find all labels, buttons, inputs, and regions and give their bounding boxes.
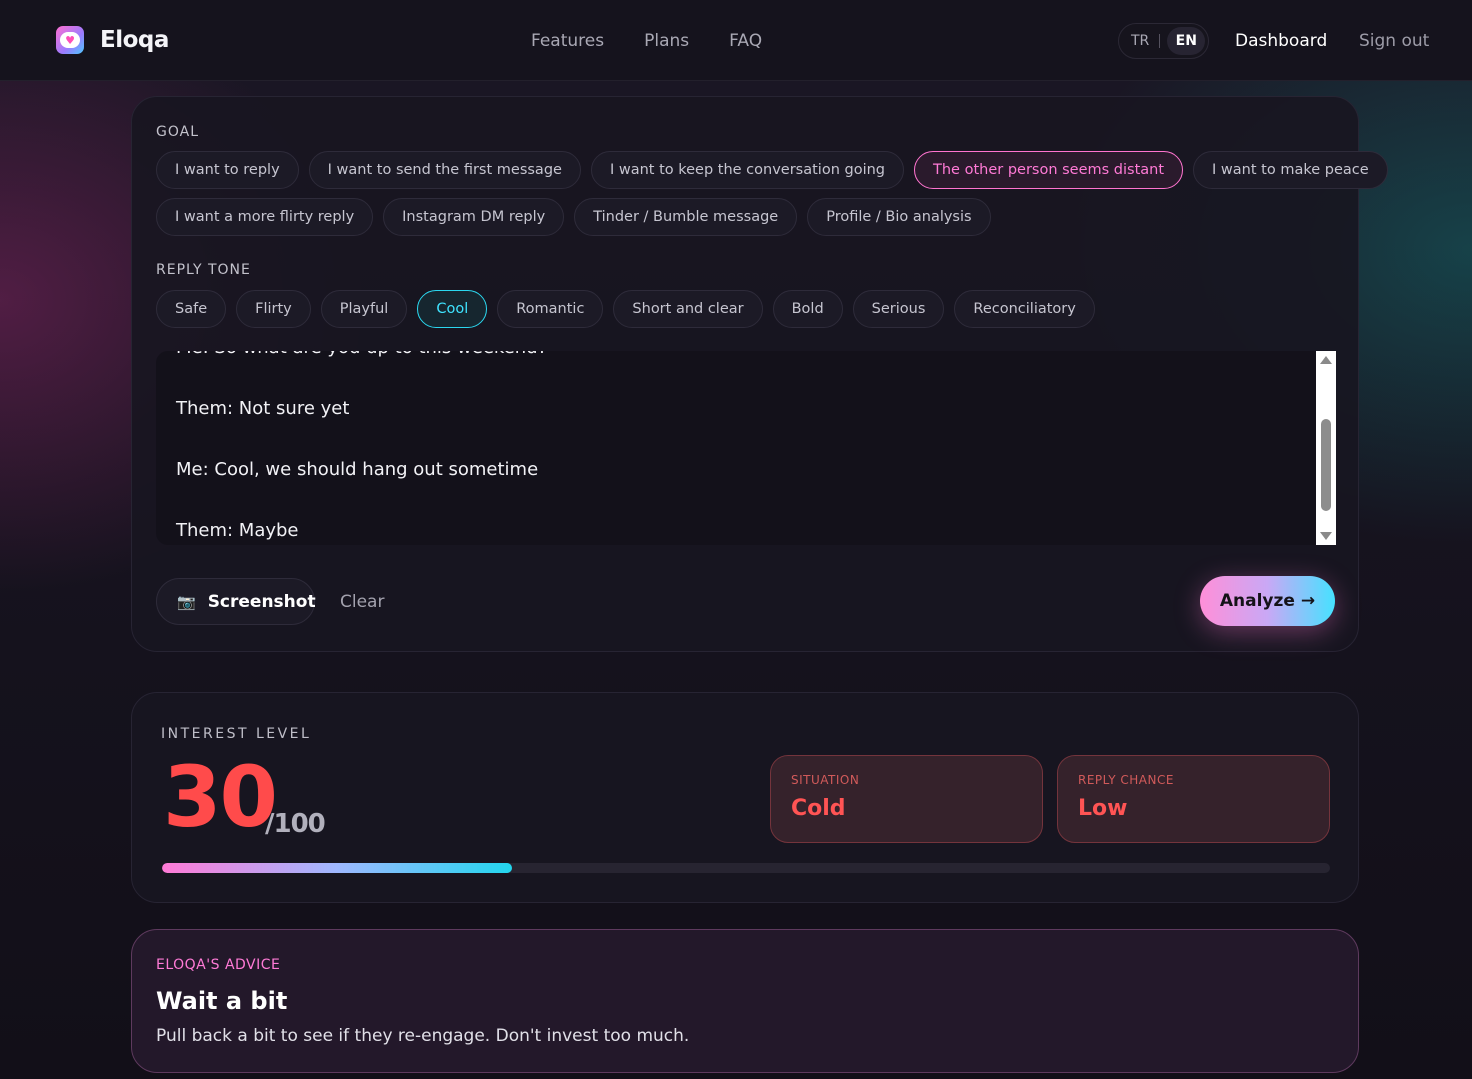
interest-score-max: /100	[265, 809, 326, 839]
scroll-up-arrow-icon[interactable]	[1320, 356, 1332, 364]
situation-box: SITUATION Cold	[770, 755, 1043, 843]
nav-links: Features Plans FAQ	[531, 31, 762, 51]
tone-chip[interactable]: Reconciliatory	[954, 290, 1095, 328]
nav-link-faq[interactable]: FAQ	[729, 31, 762, 51]
advice-text: Pull back a bit to see if they re-engage…	[156, 1026, 690, 1046]
goal-label: GOAL	[156, 124, 199, 140]
goal-chip[interactable]: Instagram DM reply	[383, 198, 565, 236]
goal-chip[interactable]: Tinder / Bumble message	[574, 198, 798, 236]
top-navbar: ♥ Eloqa Features Plans FAQ TR EN Dashboa…	[0, 0, 1472, 81]
lang-tr-option[interactable]: TR	[1131, 33, 1149, 49]
reply-chance-label: REPLY CHANCE	[1078, 773, 1174, 787]
interest-level-card: INTEREST LEVEL 30 /100 SITUATION Cold RE…	[131, 692, 1359, 903]
goal-chip-selected[interactable]: The other person seems distant	[914, 151, 1184, 189]
analysis-input-card: GOAL I want to reply I want to send the …	[131, 96, 1388, 652]
dashboard-link[interactable]: Dashboard	[1235, 31, 1327, 51]
interest-progress-bar	[162, 863, 1330, 873]
brand-name[interactable]: Eloqa	[100, 27, 169, 53]
tone-chip[interactable]: Flirty	[236, 290, 311, 328]
lang-separator	[1159, 34, 1161, 48]
reply-chance-value: Low	[1078, 796, 1128, 821]
situation-value: Cold	[791, 796, 846, 821]
conversation-textarea[interactable]: Me: So what are you up to this weekend? …	[156, 351, 1336, 545]
situation-label: SITUATION	[791, 773, 860, 787]
advice-card: ELOQA'S ADVICE Wait a bit Pull back a bi…	[131, 929, 1359, 1073]
tone-chip[interactable]: Playful	[320, 290, 408, 328]
advice-title: Wait a bit	[156, 987, 288, 1015]
advice-label: ELOQA'S ADVICE	[156, 957, 281, 973]
analyze-button[interactable]: Analyze →	[1200, 576, 1335, 626]
screenshot-button-label: Screenshot	[207, 591, 316, 612]
goal-chip[interactable]: I want to keep the conversation going	[590, 151, 904, 189]
textarea-scrollbar[interactable]	[1316, 351, 1336, 545]
scrollbar-thumb[interactable]	[1321, 419, 1331, 511]
tone-chip[interactable]: Serious	[852, 290, 945, 328]
tone-chip[interactable]: Bold	[772, 290, 843, 328]
screenshot-button[interactable]: 📷 Screenshot	[156, 578, 316, 625]
scroll-down-arrow-icon[interactable]	[1320, 532, 1332, 540]
camera-icon: 📷	[177, 592, 196, 611]
goal-chip[interactable]: I want to reply	[156, 151, 299, 189]
reply-tone-label: REPLY TONE	[156, 262, 251, 278]
nav-link-plans[interactable]: Plans	[644, 31, 689, 51]
interest-progress-fill	[162, 863, 513, 873]
conversation-line: Me: So what are you up to this weekend?	[176, 351, 547, 398]
goal-options-row-1: I want to reply I want to send the first…	[156, 151, 1388, 189]
tone-chip[interactable]: Safe	[156, 290, 227, 328]
conversation-line: Me: Cool, we should hang out sometime	[176, 459, 539, 480]
tone-chip[interactable]: Short and clear	[613, 290, 763, 328]
tone-options-row: Safe Flirty Playful Cool Romantic Short …	[156, 290, 1095, 328]
goal-chip[interactable]: I want a more flirty reply	[156, 198, 374, 236]
lang-en-option[interactable]: EN	[1167, 27, 1206, 55]
goal-chip[interactable]: I want to send the first message	[308, 151, 581, 189]
interest-score: 30	[163, 748, 278, 846]
conversation-lines: Me: So what are you up to this weekend? …	[176, 351, 547, 545]
reply-chance-box: REPLY CHANCE Low	[1057, 755, 1330, 843]
conversation-line: Them: Maybe	[176, 520, 299, 541]
interest-level-label: INTEREST LEVEL	[161, 726, 312, 742]
nav-link-features[interactable]: Features	[531, 31, 604, 51]
language-switcher: TR EN	[1118, 23, 1209, 59]
logo-icon[interactable]: ♥	[56, 26, 84, 54]
tone-chip[interactable]: Romantic	[497, 290, 604, 328]
conversation-line: Them: Not sure yet	[176, 398, 350, 419]
goal-chip[interactable]: I want to make peace	[1193, 151, 1388, 189]
goal-options-row-2: I want a more flirty reply Instagram DM …	[156, 198, 991, 236]
clear-button[interactable]: Clear	[340, 592, 384, 612]
sign-out-link[interactable]: Sign out	[1359, 31, 1429, 51]
tone-chip-selected[interactable]: Cool	[417, 290, 488, 328]
goal-chip[interactable]: Profile / Bio analysis	[807, 198, 991, 236]
